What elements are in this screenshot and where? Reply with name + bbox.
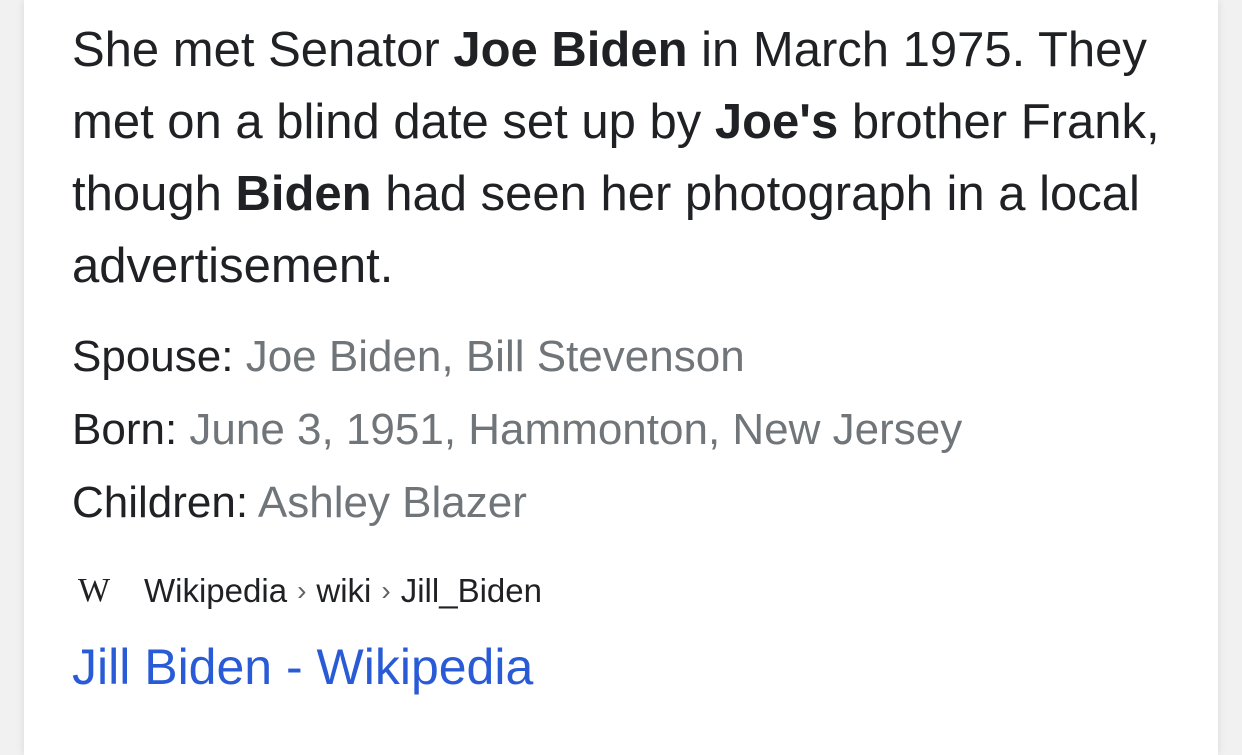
breadcrumb-separator: › [381,575,391,606]
fact-value-link[interactable]: Joe Biden, Bill Stevenson [246,332,745,381]
fact-label: Spouse: [72,332,246,381]
source-breadcrumb[interactable]: W Wikipedia › wiki › Jill_Biden [72,561,1182,621]
breadcrumb-page: Jill_Biden [400,572,542,609]
fact-row-spouse: Spouse: Joe Biden, Bill Stevenson [72,320,1182,393]
search-result-card: She met Senator Joe Biden in March 1975.… [24,0,1218,755]
fact-label: Born: [72,405,190,454]
fact-row-born: Born: June 3, 1951, Hammonton, New Jerse… [72,393,1182,466]
fact-value-link[interactable]: Ashley Blazer [258,478,527,527]
wikipedia-w-icon: W [72,569,116,613]
fact-list: Spouse: Joe Biden, Bill Stevenson Born: … [72,320,1182,539]
fact-value-link[interactable]: June 3, 1951, Hammonton, New Jersey [189,405,962,454]
fact-row-children: Children: Ashley Blazer [72,466,1182,539]
breadcrumb-path: wiki [316,572,372,609]
snippet-bold-3: Biden [235,167,372,221]
snippet-bold-1: Joe Biden [453,23,688,77]
snippet-text-1: She met Senator [72,23,454,77]
result-title-link[interactable]: Jill Biden - Wikipedia [72,635,533,699]
breadcrumb-site: Wikipedia [144,572,288,609]
featured-snippet: She met Senator Joe Biden in March 1975.… [72,14,1182,302]
fact-label: Children: [72,478,258,527]
breadcrumb-separator: › [297,575,307,606]
result-content: She met Senator Joe Biden in March 1975.… [72,14,1182,699]
snippet-bold-2: Joe's [714,95,839,149]
